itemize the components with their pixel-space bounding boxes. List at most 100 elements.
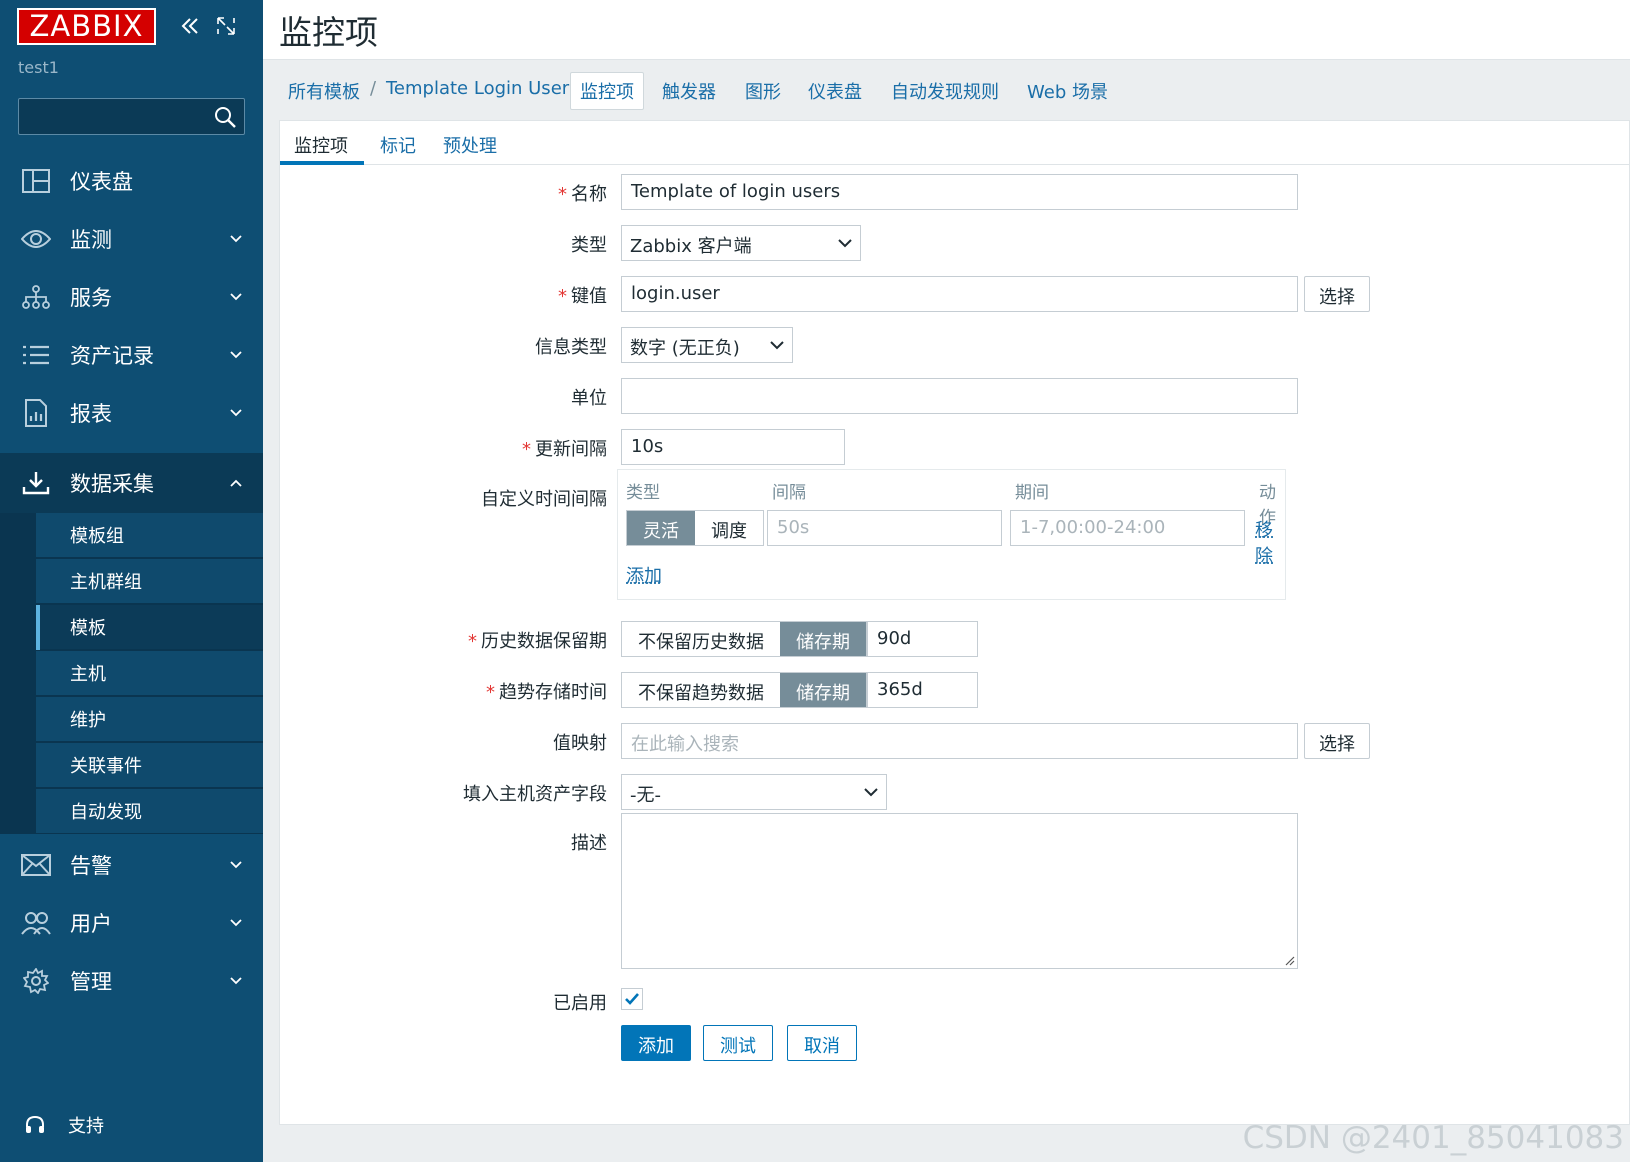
nav-items[interactable]: 监控项 <box>570 72 644 110</box>
nav-triggers[interactable]: 触发器 <box>662 78 716 104</box>
sidebar-item-label: 用户 <box>70 908 112 938</box>
key-field[interactable]: login.user <box>621 276 1298 312</box>
dashboard-icon <box>22 169 50 193</box>
submenu-item-hosts[interactable]: 主机 <box>36 651 263 696</box>
sidebar-item-label: 服务 <box>70 282 112 312</box>
units-field[interactable] <box>621 378 1298 414</box>
download-icon <box>22 471 50 495</box>
test-button[interactable]: 测试 <box>703 1025 773 1061</box>
info-type-select[interactable]: 数字 (无正负) <box>621 327 793 363</box>
nav-dashboards[interactable]: 仪表盘 <box>808 78 862 104</box>
trends-do-not-keep[interactable]: 不保留趋势数据 <box>622 673 780 707</box>
custom-header-interval: 间隔 <box>772 478 806 503</box>
server-name: test1 <box>18 58 59 77</box>
name-field[interactable]: Template of login users <box>621 174 1298 210</box>
update-interval-field[interactable]: 10s <box>621 429 845 465</box>
page-title: 监控项 <box>279 6 378 54</box>
sidebar-item-alerts[interactable]: 告警 <box>0 835 263 895</box>
history-do-not-keep[interactable]: 不保留历史数据 <box>622 622 780 656</box>
custom-intervals-label: 自定义时间间隔 <box>481 485 607 511</box>
valuemap-label: 值映射 <box>553 729 607 755</box>
inventory-select[interactable]: -无- <box>621 774 887 810</box>
custom-interval-field[interactable]: 50s <box>767 510 1002 546</box>
chevron-down-icon <box>229 290 243 304</box>
custom-remove-link[interactable]: 移除 <box>1255 516 1285 568</box>
custom-header-period: 期间 <box>1015 478 1049 503</box>
sidebar-item-label: 报表 <box>70 398 112 428</box>
description-textarea[interactable] <box>621 813 1298 969</box>
inventory-select-value: -无- <box>630 785 661 806</box>
type-label: 类型 <box>571 231 607 257</box>
search-icon[interactable] <box>213 105 237 129</box>
tab-preprocessing[interactable]: 预处理 <box>443 132 497 158</box>
key-select-button[interactable]: 选择 <box>1304 276 1370 312</box>
history-mode-toggle[interactable]: 不保留历史数据 储存期 <box>621 621 867 657</box>
custom-type-scheduling[interactable]: 调度 <box>695 511 763 545</box>
mail-icon <box>21 854 51 876</box>
sidebar-item-label: 告警 <box>70 850 112 880</box>
sidebar-item-users[interactable]: 用户 <box>0 893 263 953</box>
eye-icon <box>21 229 51 249</box>
trends-value-field[interactable]: 365d <box>867 672 978 708</box>
update-interval-label: * 更新间隔 <box>522 435 607 461</box>
breadcrumb-all-templates[interactable]: 所有模板 <box>288 78 360 104</box>
chevron-down-icon <box>229 916 243 930</box>
collapse-sidebar-icon[interactable] <box>178 14 202 38</box>
resize-handle-icon[interactable] <box>1283 954 1295 966</box>
headset-icon <box>24 1114 46 1136</box>
tab-tags[interactable]: 标记 <box>380 132 416 158</box>
zabbix-logo[interactable]: ZABBIX <box>17 8 156 45</box>
cancel-button[interactable]: 取消 <box>787 1025 857 1061</box>
support-link[interactable]: 支持 <box>24 1112 104 1138</box>
breadcrumb-navbar: 所有模板 / Template Login User 监控项 触发器 图形 仪表… <box>263 60 1630 120</box>
sidebar-item-reports[interactable]: 报表 <box>0 383 263 443</box>
submenu-item-template-groups[interactable]: 模板组 <box>36 513 263 558</box>
kiosk-mode-icon[interactable] <box>216 16 236 36</box>
custom-type-flexible[interactable]: 灵活 <box>627 511 695 545</box>
list-icon <box>22 345 50 365</box>
submenu-item-templates[interactable]: 模板 <box>36 605 263 650</box>
sidebar-item-monitoring[interactable]: 监测 <box>0 209 263 269</box>
info-type-label: 信息类型 <box>535 333 607 359</box>
trends-storage-period[interactable]: 储存期 <box>780 673 866 707</box>
report-icon <box>24 399 48 427</box>
history-storage-period[interactable]: 储存期 <box>780 622 866 656</box>
enabled-label: 已启用 <box>553 989 607 1015</box>
sidebar-item-label: 资产记录 <box>70 340 154 370</box>
nav-web-scenarios[interactable]: Web 场景 <box>1027 78 1108 104</box>
enabled-checkbox[interactable] <box>621 988 643 1010</box>
sidebar-item-dashboard[interactable]: 仪表盘 <box>0 151 263 211</box>
type-select-value: Zabbix 客户端 <box>630 236 752 257</box>
sidebar-search-input[interactable] <box>18 98 245 135</box>
add-button[interactable]: 添加 <box>621 1025 691 1061</box>
breadcrumb-template[interactable]: Template Login User <box>386 78 569 99</box>
submenu-item-discovery[interactable]: 自动发现 <box>36 789 263 834</box>
sidebar-item-inventory[interactable]: 资产记录 <box>0 325 263 385</box>
chevron-down-icon <box>229 232 243 246</box>
chevron-down-icon <box>838 238 852 248</box>
nav-graphs[interactable]: 图形 <box>745 78 781 104</box>
custom-type-toggle[interactable]: 灵活 调度 <box>626 510 764 546</box>
trends-mode-toggle[interactable]: 不保留趋势数据 储存期 <box>621 672 867 708</box>
submenu-item-label: 模板组 <box>70 522 124 548</box>
type-select[interactable]: Zabbix 客户端 <box>621 225 861 261</box>
valuemap-select-button[interactable]: 选择 <box>1304 723 1370 759</box>
form-tabs: 监控项 标记 预处理 <box>280 121 1630 165</box>
chevron-down-icon <box>770 340 784 350</box>
submenu-item-host-groups[interactable]: 主机群组 <box>36 559 263 604</box>
submenu-item-label: 主机 <box>70 660 106 686</box>
sidebar-item-label: 管理 <box>70 966 112 996</box>
history-value-field[interactable]: 90d <box>867 621 978 657</box>
custom-period-field[interactable]: 1-7,00:00-24:00 <box>1010 510 1245 546</box>
nav-discovery-rules[interactable]: 自动发现规则 <box>891 78 999 104</box>
submenu-item-event-correlation[interactable]: 关联事件 <box>36 743 263 788</box>
submenu-item-maintenance[interactable]: 维护 <box>36 697 263 742</box>
valuemap-field[interactable]: 在此输入搜索 <box>621 723 1298 759</box>
sidebar-item-administration[interactable]: 管理 <box>0 951 263 1011</box>
trends-label: * 趋势存储时间 <box>486 678 607 704</box>
sidebar-item-data-collection[interactable]: 数据采集 <box>0 453 263 513</box>
custom-add-link[interactable]: 添加 <box>626 562 662 588</box>
tab-item[interactable]: 监控项 <box>294 132 348 158</box>
submenu-item-label: 关联事件 <box>70 752 142 778</box>
sidebar-item-services[interactable]: 服务 <box>0 267 263 327</box>
